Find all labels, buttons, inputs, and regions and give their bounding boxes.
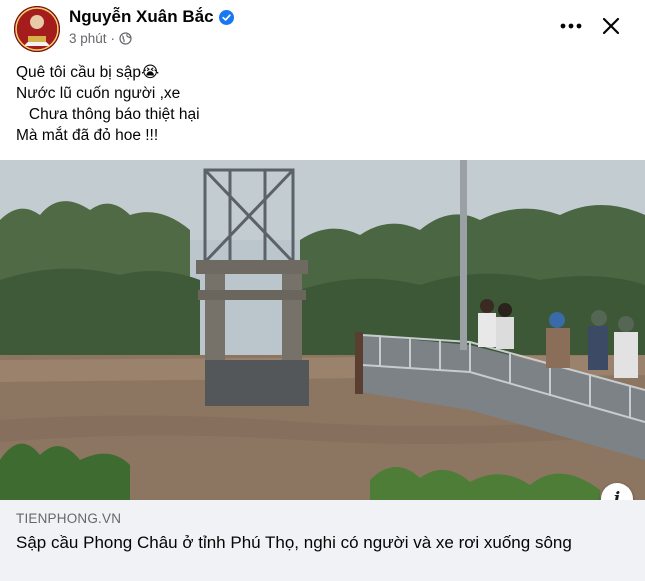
close-button[interactable] [596, 11, 626, 41]
post-meta: 3 phút · [69, 31, 132, 46]
author-name-row: Nguyễn Xuân Bắc [69, 7, 234, 27]
avatar[interactable] [14, 6, 60, 52]
post-text-line: Nước lũ cuốn người ,xe [16, 85, 181, 102]
post-text-line: Quê tôi cầu bị sập😭 [16, 64, 160, 81]
more-horizontal-icon [560, 23, 582, 29]
link-title[interactable]: Sập cầu Phong Châu ở tỉnh Phú Thọ, nghi … [16, 532, 616, 554]
collapsed-bridge-photo [0, 160, 645, 500]
more-options-button[interactable] [557, 13, 585, 39]
info-icon: i [613, 489, 621, 500]
post-photo[interactable]: i [0, 160, 645, 500]
close-icon [602, 17, 620, 35]
post-header: Nguyễn Xuân Bắc 3 phút · [0, 0, 645, 56]
verified-badge-icon [218, 9, 234, 25]
globe-icon[interactable] [119, 32, 132, 45]
post-text-line: Mà mắt đã đỏ hoe !!! [16, 127, 159, 144]
meta-separator: · [110, 31, 116, 46]
link-preview[interactable]: TIENPHONG.VN Sập cầu Phong Châu ở tỉnh P… [0, 500, 645, 581]
post-text-line: Chưa thông báo thiệt hại [16, 106, 200, 123]
link-domain: TIENPHONG.VN [16, 511, 122, 526]
author-name[interactable]: Nguyễn Xuân Bắc [69, 7, 214, 27]
post-message: Quê tôi cầu bị sập😭 Nước lũ cuốn người ,… [16, 62, 200, 146]
post-timestamp[interactable]: 3 phút [69, 31, 107, 46]
